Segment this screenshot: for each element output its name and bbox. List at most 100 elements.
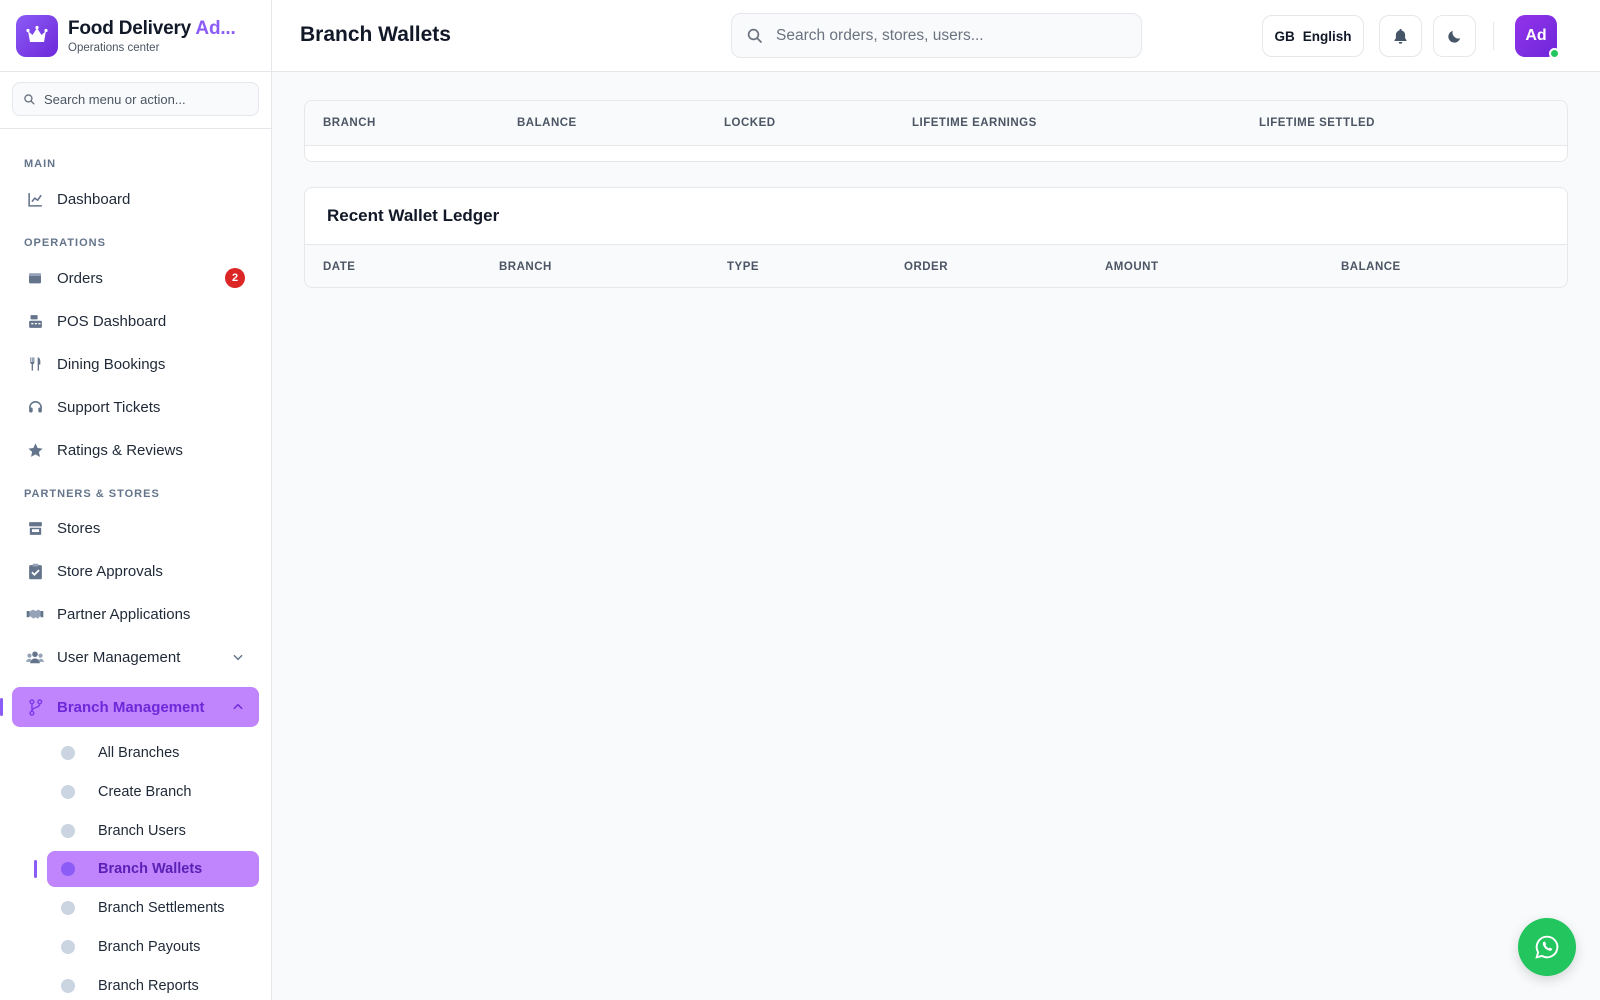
top-header: Branch Wallets GB English Ad xyxy=(272,0,1600,72)
sidebar-item-ratings-reviews[interactable]: Ratings & Reviews xyxy=(12,430,259,470)
bullet-dot xyxy=(61,785,75,799)
sidebar-item-label: Store Approvals xyxy=(57,562,163,580)
table-header: DATE BRANCH TYPE ORDER AMOUNT BALANCE xyxy=(305,245,1567,287)
menu-search-input[interactable] xyxy=(44,91,244,107)
bullet-dot xyxy=(61,901,75,915)
notifications-button[interactable] xyxy=(1379,15,1422,57)
section-label-operations: OPERATIONS xyxy=(24,237,106,249)
cash-register-icon xyxy=(26,312,44,330)
sidebar-item-support-tickets[interactable]: Support Tickets xyxy=(12,387,259,427)
header-divider xyxy=(1493,22,1494,50)
language-label: English xyxy=(1302,28,1352,44)
clipboard-check-icon xyxy=(26,562,44,580)
page-title: Branch Wallets xyxy=(300,23,451,46)
ledger-title: Recent Wallet Ledger xyxy=(305,188,1567,245)
avatar[interactable]: Ad xyxy=(1515,15,1560,59)
sidebar-item-stores[interactable]: Stores xyxy=(12,508,259,548)
moon-icon xyxy=(1448,30,1461,43)
sidebar-subitem-label: Branch Users xyxy=(98,823,186,839)
sidebar-item-user-management[interactable]: User Management xyxy=(12,637,259,677)
section-label-main: MAIN xyxy=(24,158,57,170)
column-header: BRANCH xyxy=(499,261,552,273)
sidebar-subitem-branch-settlements[interactable]: Branch Settlements xyxy=(47,890,259,926)
country-code: GB xyxy=(1274,28,1295,44)
wallet-ledger-card: Recent Wallet Ledger DATE BRANCH TYPE OR… xyxy=(304,187,1568,288)
bullet-dot xyxy=(61,940,75,954)
chart-line-icon xyxy=(26,190,44,208)
section-label-partners: PARTNERS & STORES xyxy=(24,488,160,500)
sidebar-subitem-label: All Branches xyxy=(98,745,180,761)
sidebar-subitem-create-branch[interactable]: Create Branch xyxy=(47,774,259,810)
sidebar-item-label: Support Tickets xyxy=(57,398,161,416)
sidebar-subitem-branch-payouts[interactable]: Branch Payouts xyxy=(47,929,259,965)
sidebar-item-label: Ratings & Reviews xyxy=(57,441,183,459)
chevron-down-icon xyxy=(231,650,245,664)
column-header: LIFETIME SETTLED xyxy=(1259,117,1375,129)
sidebar-subitem-all-branches[interactable]: All Branches xyxy=(47,735,259,771)
column-header: LIFETIME EARNINGS xyxy=(912,117,1037,129)
sidebar-item-label: POS Dashboard xyxy=(57,312,167,330)
crown-icon xyxy=(16,14,58,57)
column-header: LOCKED xyxy=(724,117,776,129)
whatsapp-chat-button[interactable] xyxy=(1518,918,1576,976)
bullet-dot xyxy=(61,746,75,760)
online-status-dot xyxy=(1549,48,1560,59)
utensils-icon xyxy=(26,355,44,373)
store-icon xyxy=(26,519,44,537)
sidebar-subitem-label: Branch Settlements xyxy=(98,900,225,916)
language-selector[interactable]: GB English xyxy=(1262,15,1364,57)
brand[interactable]: Food Delivery Ad... Operations center xyxy=(0,0,271,72)
bell-icon xyxy=(1394,28,1407,44)
brand-subtitle: Operations center xyxy=(68,41,160,54)
sidebar: Food Delivery Ad... Operations center MA… xyxy=(0,0,272,1000)
star-icon xyxy=(26,441,44,459)
orders-count-badge: 2 xyxy=(225,268,245,288)
column-header: TYPE xyxy=(727,261,760,273)
box-icon xyxy=(26,269,44,287)
column-header: BALANCE xyxy=(517,117,577,129)
sidebar-item-label: User Management xyxy=(57,648,181,666)
headset-icon xyxy=(26,398,44,416)
menu-search xyxy=(12,82,259,116)
global-search xyxy=(731,13,1142,58)
whatsapp-icon xyxy=(1535,935,1559,959)
sidebar-subitem-branch-wallets[interactable]: Branch Wallets xyxy=(47,851,259,887)
sidebar-subitem-branch-users[interactable]: Branch Users xyxy=(47,813,259,849)
sidebar-item-orders[interactable]: Orders 2 xyxy=(12,258,259,298)
column-header: AMOUNT xyxy=(1105,261,1159,273)
sidebar-item-label: Dashboard xyxy=(57,190,131,208)
branch-wallets-table: BRANCH BALANCE LOCKED LIFETIME EARNINGS … xyxy=(304,100,1568,162)
column-header: BRANCH xyxy=(323,117,376,129)
sidebar-item-store-approvals[interactable]: Store Approvals xyxy=(12,551,259,591)
bullet-dot xyxy=(61,862,75,876)
sidebar-item-pos-dashboard[interactable]: POS Dashboard xyxy=(12,301,259,341)
sidebar-subitem-label: Create Branch xyxy=(98,784,192,800)
column-header: BALANCE xyxy=(1341,261,1401,273)
sidebar-item-partner-applications[interactable]: Partner Applications xyxy=(12,594,259,634)
sidebar-item-dashboard[interactable]: Dashboard xyxy=(12,179,259,219)
column-header: DATE xyxy=(323,261,356,273)
active-subitem-indicator xyxy=(34,860,37,878)
search-icon xyxy=(24,93,35,105)
handshake-icon xyxy=(26,605,44,623)
avatar-initials: Ad xyxy=(1525,27,1547,44)
active-indicator xyxy=(0,698,3,716)
sidebar-item-label: Dining Bookings xyxy=(57,355,166,373)
sidebar-item-label: Stores xyxy=(57,519,101,537)
sidebar-item-dining-bookings[interactable]: Dining Bookings xyxy=(12,344,259,384)
brand-title: Food Delivery Ad... xyxy=(68,17,236,39)
users-icon xyxy=(26,648,44,666)
bullet-dot xyxy=(61,979,75,993)
sidebar-subitem-label: Branch Wallets xyxy=(98,861,203,877)
sidebar-item-label: Partner Applications xyxy=(57,605,191,623)
sidebar-item-branch-management[interactable]: Branch Management xyxy=(12,687,259,727)
global-search-input[interactable] xyxy=(776,26,1116,45)
theme-toggle-button[interactable] xyxy=(1433,15,1476,57)
sidebar-subitem-label: Branch Payouts xyxy=(98,939,201,955)
bullet-dot xyxy=(61,824,75,838)
search-icon xyxy=(747,28,762,43)
table-header: BRANCH BALANCE LOCKED LIFETIME EARNINGS … xyxy=(305,101,1567,146)
sidebar-item-label: Branch Management xyxy=(57,698,205,716)
chevron-up-icon xyxy=(231,700,245,714)
sidebar-subitem-branch-reports[interactable]: Branch Reports xyxy=(47,968,259,1000)
